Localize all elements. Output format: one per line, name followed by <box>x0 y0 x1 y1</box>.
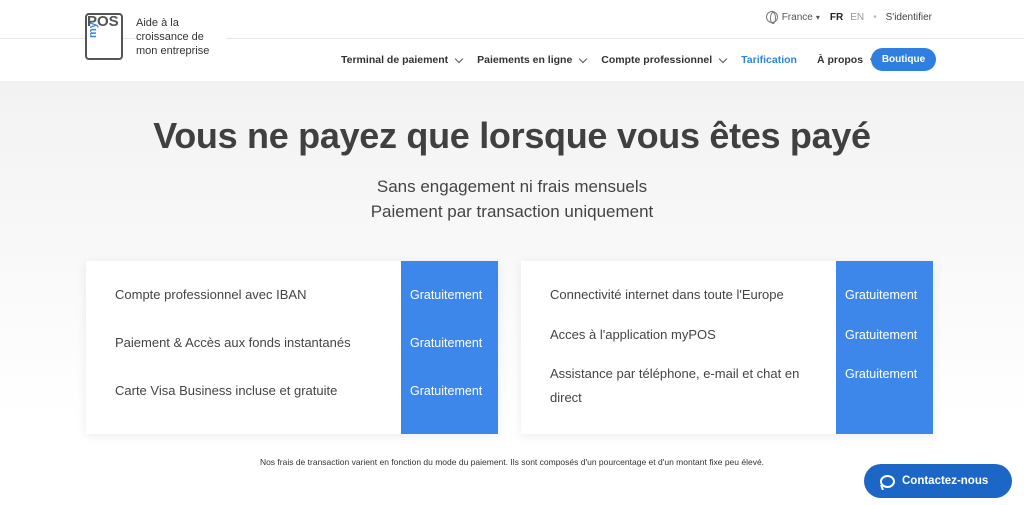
nav-item-label: Tarification <box>741 54 797 66</box>
country-selector[interactable]: France <box>782 12 813 23</box>
subtitle-line: Paiement par transaction uniquement <box>370 202 654 221</box>
feature-price: Gratuitement <box>410 384 483 398</box>
subtitle-line: Sans engagement ni frais mensuels <box>376 177 648 196</box>
tagline: Aide à la croissance de mon entreprise <box>136 16 226 58</box>
feature-label: Paiement & Accès aux fonds instantanés <box>115 335 351 350</box>
features-card-left: Compte professionnel avec IBAN Gratuitem… <box>86 261 498 434</box>
nav-item-label: Terminal de paiement <box>341 54 449 66</box>
feature-price: Gratuitement <box>410 288 483 302</box>
chevron-down-icon <box>454 54 464 63</box>
feature-price: Gratuitement <box>845 328 918 342</box>
mypos-logo[interactable]: POS my <box>85 13 123 60</box>
nav-item-label: Compte professionnel <box>601 54 713 66</box>
language-en[interactable]: EN <box>850 12 864 23</box>
globe-icon <box>765 11 778 24</box>
pricing-hero: Vous ne payez que lorsque vous êtes payé… <box>0 81 1024 505</box>
nav-item-pricing[interactable]: Tarification <box>741 54 797 66</box>
chevron-down-icon <box>579 54 588 63</box>
feature-label: Acces à l'application myPOS <box>550 327 716 342</box>
nav-item-business-account[interactable]: Compte professionnel <box>601 54 728 66</box>
feature-label: Carte Visa Business incluse et gratuite <box>115 383 338 398</box>
feature-label: Assistance par téléphone, e-mail et chat… <box>550 366 800 405</box>
contact-us-button[interactable]: Contactez-nous <box>864 464 1012 498</box>
login-link[interactable]: S'identifier <box>886 12 932 23</box>
feature-price: Gratuitement <box>845 367 918 381</box>
pricing-footnote: Nos frais de transaction varient en fonc… <box>259 457 765 467</box>
nav-item-terminal[interactable]: Terminal de paiement <box>341 54 464 66</box>
feature-price: Gratuitement <box>845 288 918 302</box>
nav-item-about[interactable]: À propos <box>816 54 879 66</box>
shop-button[interactable]: Boutique <box>871 48 936 71</box>
separator-dot: • <box>873 11 877 23</box>
feature-price: Gratuitement <box>410 336 483 350</box>
feature-label: Compte professionnel avec IBAN <box>115 287 307 302</box>
logo-my-text: my <box>87 22 99 38</box>
nav-item-label: À propos <box>816 54 864 66</box>
chevron-down-icon <box>718 54 728 63</box>
nav-item-online-payments[interactable]: Paiements en ligne <box>477 54 588 66</box>
site-header: POS my Aide à la croissance de mon entre… <box>0 0 1024 81</box>
hero-subtitle: Sans engagement ni frais mensuels Paieme… <box>0 174 1024 224</box>
feature-label: Connectivité internet dans toute l'Europ… <box>550 287 784 302</box>
top-utility-bar: France ▾ FR EN • S'identifier <box>765 8 932 26</box>
caret-down-icon: ▾ <box>815 12 820 22</box>
features-card-right: Connectivité internet dans toute l'Europ… <box>521 261 933 434</box>
page-title: Vous ne payez que lorsque vous êtes payé <box>153 115 871 156</box>
nav-item-label: Paiements en ligne <box>477 54 573 66</box>
main-nav: Terminal de paiement Paiements en ligne … <box>341 48 892 72</box>
chat-bubble-icon <box>880 474 895 488</box>
contact-button-label: Contactez-nous <box>902 475 989 487</box>
language-fr[interactable]: FR <box>830 12 843 23</box>
